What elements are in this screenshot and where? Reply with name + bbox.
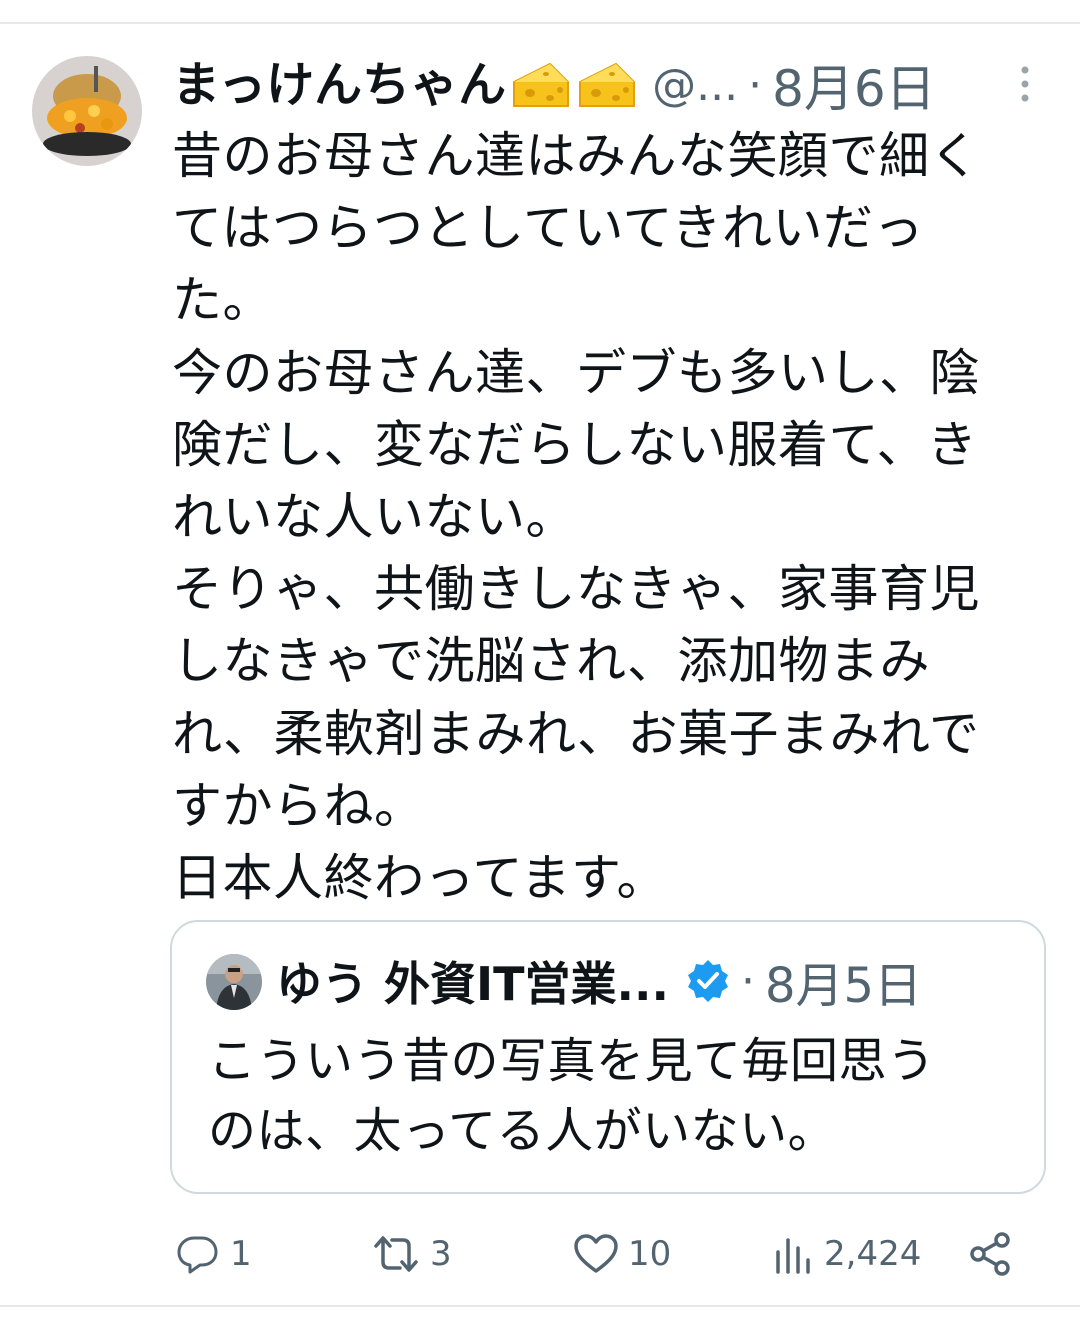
share-icon [970, 1232, 1010, 1276]
retweet-count: 3 [430, 1234, 452, 1274]
views-count: 2,424 [824, 1234, 922, 1274]
quoted-tweet-card[interactable]: ゆう 外資IT営業... · 8月5日 こういう昔の写真を見て毎回思う のは、太… [170, 920, 1046, 1194]
heart-icon [574, 1234, 618, 1273]
verified-badge-icon [687, 960, 728, 1002]
tweet-header: まっけんちゃん @... · 8月6日 [172, 50, 1002, 120]
reply-icon [177, 1236, 218, 1274]
quoted-display-name[interactable]: ゆう 外資IT営業... [276, 948, 669, 1014]
tweet-text: 昔のお母さん達はみんな笑顔で細く てはつらつとしていてきれいだっ た。 今のお母… [172, 127, 980, 908]
cheese-emoji-icon [579, 62, 636, 107]
top-divider [0, 22, 1080, 24]
quoted-separator-dot: · [740, 955, 755, 1007]
views-button[interactable]: 2,424 [772, 1222, 921, 1286]
quoted-tweet-header: ゆう 外資IT営業... · 8月5日 [276, 948, 923, 1015]
reply-count: 1 [230, 1234, 252, 1274]
more-options-icon[interactable] [1014, 64, 1036, 104]
cheese-emoji-icon [513, 62, 570, 107]
display-name[interactable]: まっけんちゃん [172, 50, 506, 120]
retweet-icon [374, 1236, 418, 1272]
like-button[interactable]: 10 [572, 1222, 671, 1286]
quoted-author-avatar [206, 954, 262, 1010]
retweet-button[interactable]: 3 [370, 1222, 452, 1286]
views-chart-icon [776, 1238, 810, 1274]
tweet-actions-bar: 1 3 10 2,424 [0, 1222, 1080, 1286]
like-count: 10 [628, 1234, 672, 1274]
separator-dot: · [748, 59, 763, 111]
share-button[interactable] [966, 1222, 1014, 1286]
avatar-image [32, 56, 142, 166]
tweet-date[interactable]: 8月6日 [772, 49, 936, 121]
quoted-tweet-date: 8月5日 [764, 958, 923, 1014]
bottom-divider [0, 1305, 1080, 1307]
quoted-tweet-text: こういう昔の写真を見て毎回思う のは、太ってる人がいない。 [208, 1033, 936, 1159]
reply-button[interactable]: 1 [174, 1222, 252, 1286]
author-avatar[interactable] [32, 56, 142, 166]
quoted-avatar-image [206, 954, 262, 1010]
handle[interactable]: @... [652, 60, 738, 111]
